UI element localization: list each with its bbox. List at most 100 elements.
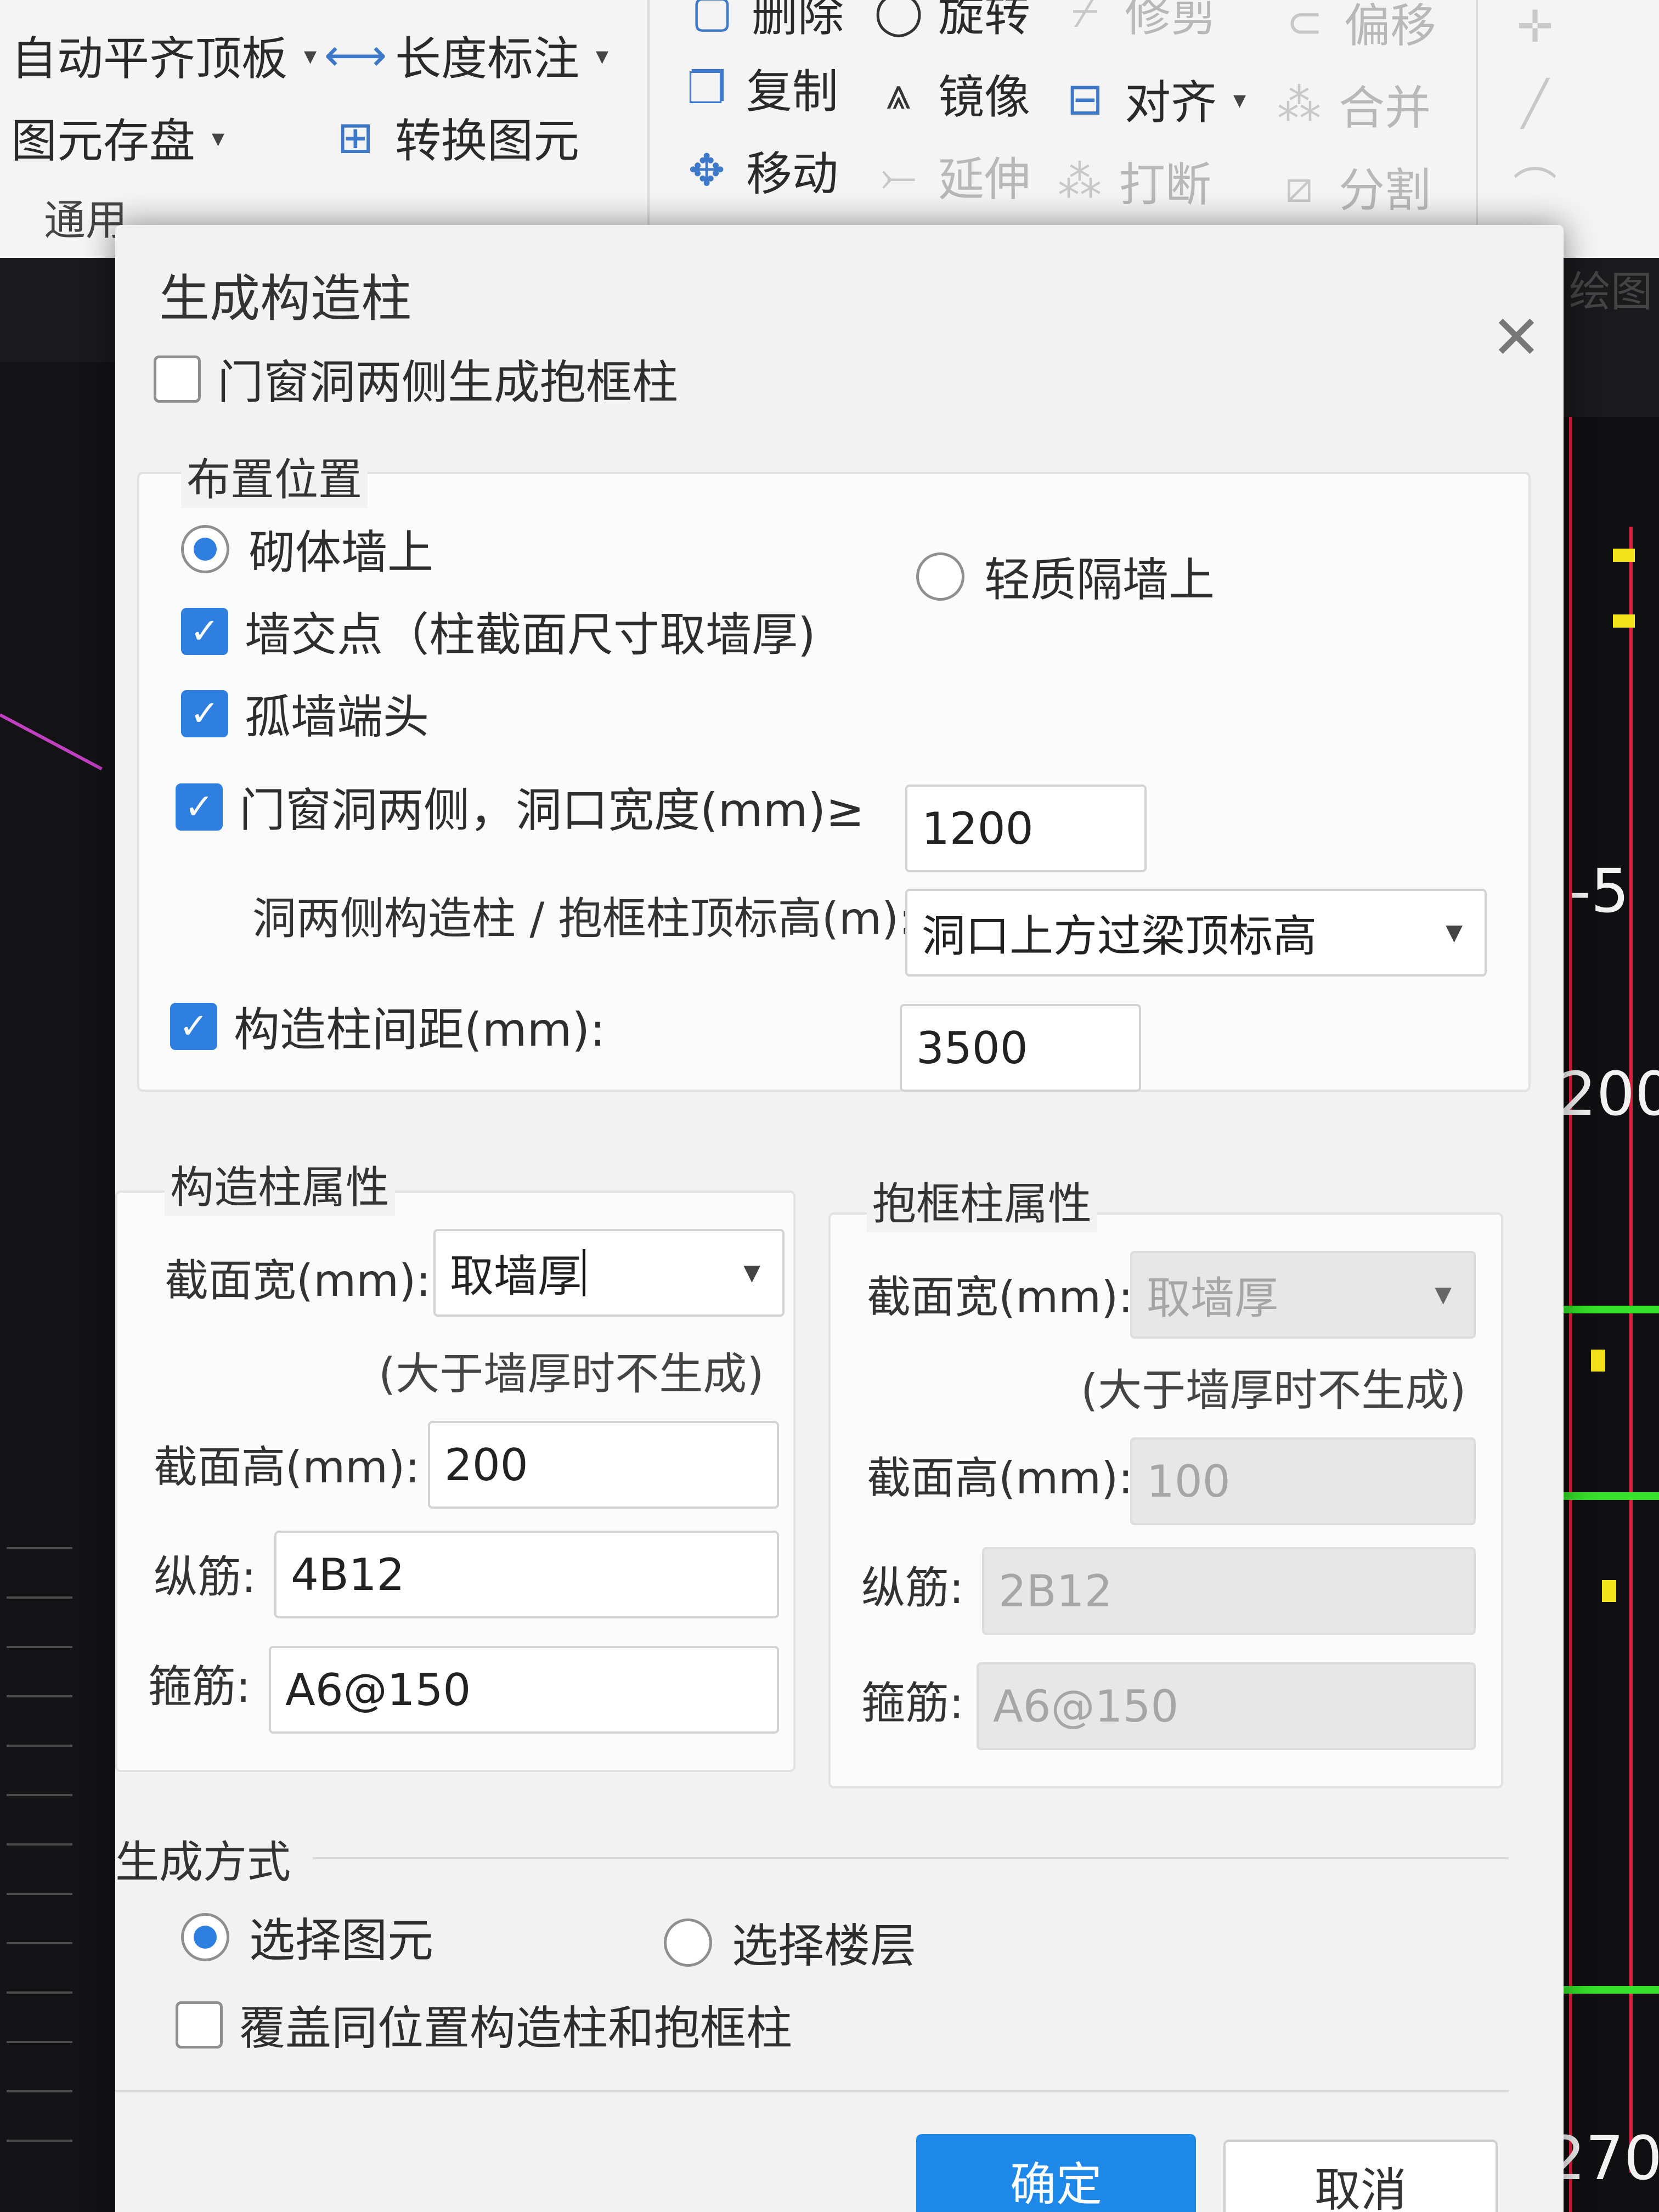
draw-arc-button[interactable]: ⌒: [1509, 159, 1575, 215]
convert-elements-button[interactable]: ⊞ 转换图元: [329, 104, 579, 171]
convert-icon: ⊞: [337, 112, 374, 163]
footer-divider: [115, 2090, 1509, 2092]
placement-section-label: 布置位置: [181, 444, 368, 508]
method-section-label: 生成方式: [115, 1837, 291, 1888]
generate-frame-column-checkbox[interactable]: 门窗洞两侧生成抱框柱: [154, 346, 678, 412]
floor-row[interactable]: [7, 1991, 72, 2033]
floor-row[interactable]: [7, 1695, 72, 1737]
floor-row[interactable]: [7, 1893, 72, 1934]
break-button[interactable]: ⁂ 打断: [1053, 148, 1211, 215]
cad-line-green: [1558, 1306, 1659, 1313]
ribbon-separator: [647, 0, 650, 230]
radio-light-partition[interactable]: 轻质隔墙上: [916, 543, 1215, 610]
cad-text: 200: [1558, 1059, 1659, 1129]
top-elevation-select[interactable]: 洞口上方过梁顶标高 ▼: [905, 889, 1487, 977]
dimension-icon: ⟷: [324, 30, 387, 81]
save-elements-button[interactable]: 图元存盘 ▾: [11, 104, 224, 171]
move-icon: ✥: [688, 145, 725, 196]
ok-button[interactable]: 确定: [916, 2134, 1196, 2212]
copy-button[interactable]: ❐ 复制: [680, 55, 838, 121]
column-long-rebar-input[interactable]: 4B12: [274, 1531, 779, 1618]
cad-mark-yellow: [1602, 1580, 1616, 1602]
ribbon-separator: [1476, 0, 1478, 230]
length-dimension-button[interactable]: ⟷ 长度标注 ▾: [324, 22, 608, 88]
radio-masonry-wall[interactable]: 砌体墙上: [181, 516, 433, 582]
column-spacing-checkbox[interactable]: ✓ 构造柱间距(mm):: [170, 993, 606, 1059]
delete-button[interactable]: ▢ 删除: [686, 0, 844, 44]
split-icon: ⧄: [1285, 161, 1313, 212]
column-width-label: 截面宽(mm):: [165, 1255, 431, 1306]
radio-button[interactable]: [916, 552, 964, 601]
cad-line-green: [1558, 1986, 1659, 1994]
floor-row[interactable]: [7, 2090, 72, 2132]
frame-height-input[interactable]: 100: [1130, 1437, 1476, 1525]
checkbox-box[interactable]: ✓: [176, 783, 223, 831]
radio-button[interactable]: [181, 524, 229, 573]
align-button[interactable]: ⊟ 对齐 ▾: [1059, 66, 1246, 132]
cad-line-red: [1629, 527, 1633, 2172]
split-button[interactable]: ⧄ 分割: [1273, 154, 1431, 220]
chevron-down-icon: ▼: [1446, 920, 1463, 945]
cancel-button[interactable]: 取消: [1223, 2140, 1498, 2212]
floor-row[interactable]: [7, 1794, 72, 1836]
column-height-input[interactable]: 200: [428, 1421, 779, 1509]
checkbox-box[interactable]: ✓: [181, 607, 228, 655]
offset-button[interactable]: ⊂ 偏移: [1278, 0, 1436, 55]
rotate-icon: ◯: [874, 0, 923, 37]
column-stirrup-input[interactable]: A6@150: [269, 1646, 779, 1734]
move-button[interactable]: ✥ 移动: [680, 137, 838, 204]
length-dimension-label: 长度标注: [395, 32, 580, 86]
frame-long-rebar-input[interactable]: 2B12: [982, 1547, 1476, 1635]
checkbox-box[interactable]: ✓: [181, 690, 228, 737]
overwrite-checkbox[interactable]: 覆盖同位置构造柱和抱框柱: [176, 1991, 792, 2058]
checkbox-box[interactable]: ✓: [170, 1002, 217, 1050]
offset-icon: ⊂: [1286, 0, 1323, 48]
trim-label: 修剪: [1125, 0, 1217, 42]
radio-button[interactable]: [181, 1912, 229, 1961]
break-icon: ⁂: [1058, 156, 1102, 207]
floor-row[interactable]: [7, 2140, 72, 2181]
delete-icon: ▢: [691, 0, 733, 37]
column-width-select[interactable]: 取墙厚 ▼: [433, 1229, 785, 1317]
floor-row[interactable]: [7, 1942, 72, 1984]
radio-select-floor[interactable]: 选择楼层: [664, 1909, 916, 1976]
opening-sides-checkbox[interactable]: ✓ 门窗洞两侧，洞口宽度(mm)≥: [176, 774, 865, 840]
frame-width-select[interactable]: 取墙厚 ▼: [1130, 1251, 1476, 1339]
draw-line-button[interactable]: ╱: [1509, 77, 1575, 129]
radio-select-element[interactable]: 选择图元: [181, 1904, 433, 1970]
extend-button[interactable]: ⤚ 延伸: [872, 143, 1030, 209]
move-label: 移动: [746, 147, 839, 201]
wall-intersection-checkbox[interactable]: ✓ 墙交点（柱截面尺寸取墙厚): [181, 598, 816, 664]
radio-select-floor-label: 选择楼层: [732, 1919, 917, 1973]
frame-column-properties-label: 抱框柱属性: [867, 1169, 1097, 1232]
checkbox-box[interactable]: [154, 355, 201, 403]
floor-row[interactable]: [7, 2041, 72, 2083]
opening-width-input[interactable]: 1200: [905, 785, 1147, 872]
floor-row[interactable]: [7, 1547, 72, 1589]
cad-mark-yellow: [1613, 614, 1635, 628]
rotate-button[interactable]: ◯ 旋转: [872, 0, 1030, 44]
column-spacing-input[interactable]: 3500: [900, 1004, 1141, 1092]
convert-elements-label: 转换图元: [395, 114, 580, 168]
draw-point-button[interactable]: ✛: [1509, 0, 1575, 53]
floor-row[interactable]: [7, 1646, 72, 1688]
dialog-title: 生成构造柱: [159, 269, 412, 328]
isolated-wall-end-checkbox[interactable]: ✓ 孤墙端头: [181, 680, 429, 747]
merge-button[interactable]: ⁂ 合并: [1273, 71, 1431, 138]
top-elevation-label: 洞两侧构造柱 / 抱框柱顶标高(m):: [252, 893, 914, 944]
top-elevation-value: 洞口上方过梁顶标高: [922, 911, 1317, 962]
checkbox-box[interactable]: [176, 2001, 223, 2049]
trim-button[interactable]: ⌿ 修剪: [1059, 0, 1217, 44]
floor-row[interactable]: [7, 1745, 72, 1786]
mirror-button[interactable]: ⩓ 镜像: [872, 60, 1030, 127]
radio-button[interactable]: [664, 1918, 712, 1967]
auto-align-top-slab-button[interactable]: 自动平齐顶板 ▾: [11, 22, 317, 88]
close-icon[interactable]: ✕: [1491, 307, 1542, 368]
cad-line-purple: [0, 713, 103, 771]
floor-row[interactable]: [7, 1843, 72, 1885]
chevron-down-icon: ▼: [743, 1260, 760, 1285]
floor-row[interactable]: [7, 1596, 72, 1638]
column-width-hint: (大于墙厚时不生成): [379, 1348, 764, 1400]
auto-align-top-slab-label: 自动平齐顶板: [11, 32, 288, 86]
frame-stirrup-input[interactable]: A6@150: [977, 1662, 1476, 1750]
